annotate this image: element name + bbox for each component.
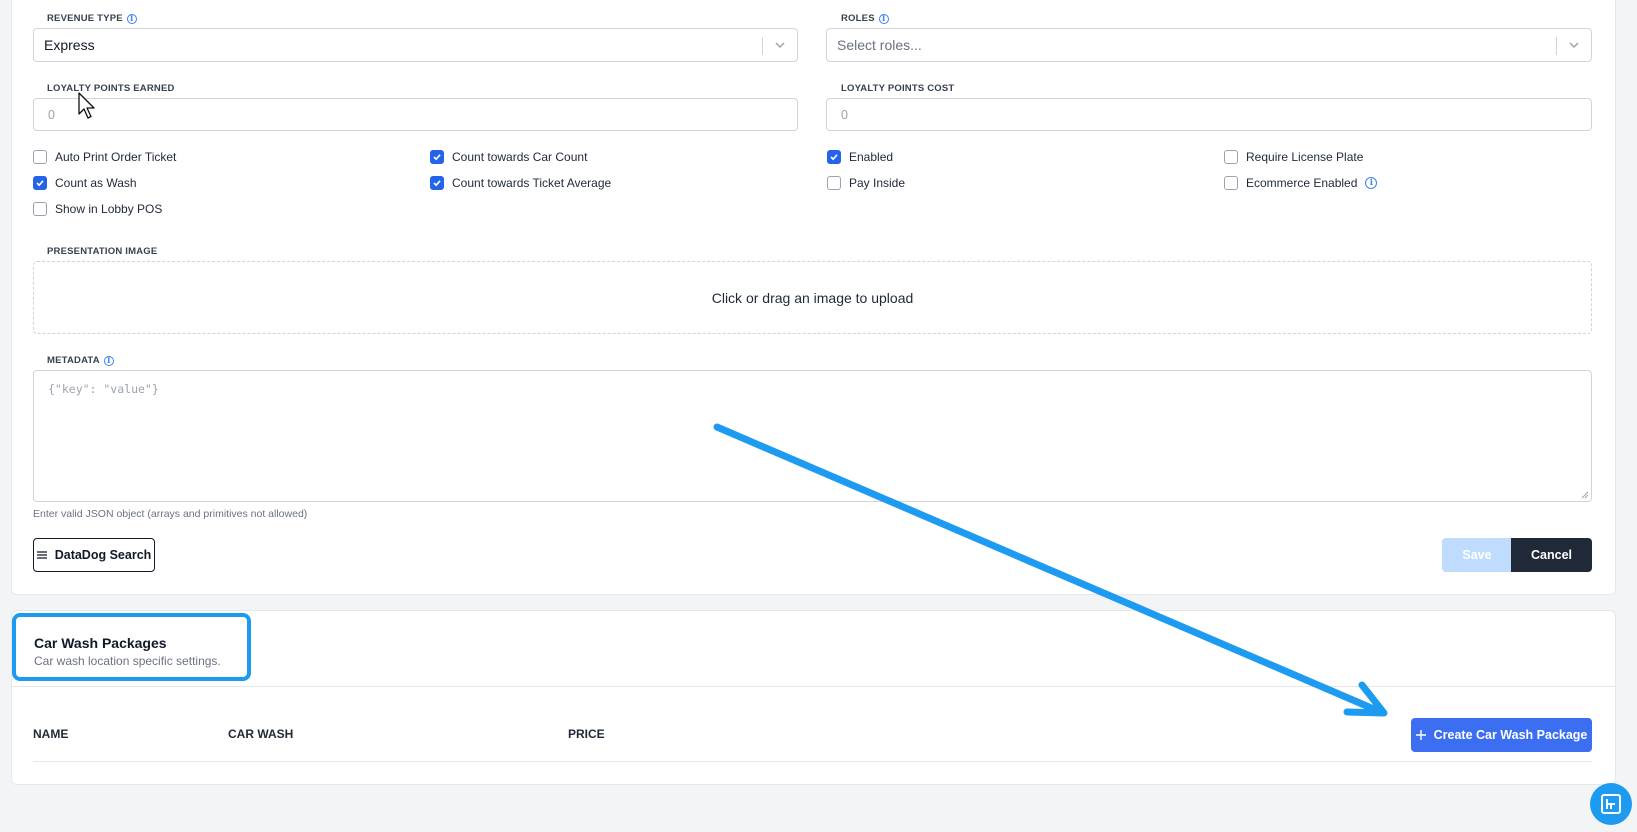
select-separator — [1556, 37, 1557, 55]
table-row-divider — [33, 761, 1592, 762]
loyalty-points-cost-label: LOYALTY POINTS COST — [841, 83, 955, 94]
floating-support-button[interactable] — [1590, 783, 1632, 825]
count-as-wash-checkbox[interactable]: Count as Wash — [33, 176, 137, 190]
loyalty-points-cost-input[interactable]: 0 — [826, 98, 1592, 131]
save-button[interactable]: Save — [1442, 538, 1512, 572]
info-icon[interactable]: i — [103, 355, 114, 366]
count-towards-ticket-average-checkbox[interactable]: Count towards Ticket Average — [430, 176, 611, 190]
column-header-price[interactable]: PRICE — [568, 727, 605, 741]
metadata-help-text: Enter valid JSON object (arrays and prim… — [33, 508, 308, 520]
revenue-type-select[interactable]: Express — [33, 28, 798, 62]
checkbox-box[interactable] — [33, 176, 47, 190]
checkbox-box[interactable] — [33, 202, 47, 216]
auto-print-order-ticket-checkbox[interactable]: Auto Print Order Ticket — [33, 150, 176, 164]
presentation-image-label: PRESENTATION IMAGE — [47, 246, 158, 257]
checkbox-box[interactable] — [1224, 176, 1238, 190]
count-towards-car-count-checkbox[interactable]: Count towards Car Count — [430, 150, 587, 164]
create-car-wash-package-button[interactable]: Create Car Wash Package — [1411, 718, 1592, 752]
plus-icon — [1415, 730, 1426, 740]
packages-section-header: Car Wash Packages Car wash location spec… — [12, 613, 251, 681]
info-icon[interactable]: i — [878, 13, 889, 24]
loyalty-points-earned-input[interactable]: 0 — [33, 98, 798, 131]
section-subtitle: Car wash location specific settings. — [34, 654, 221, 668]
chevron-down-icon[interactable] — [1567, 38, 1581, 52]
pay-inside-checkbox[interactable]: Pay Inside — [827, 176, 905, 190]
roles-label: ROLES i — [841, 13, 889, 24]
show-in-lobby-pos-checkbox[interactable]: Show in Lobby POS — [33, 202, 162, 216]
select-separator — [762, 37, 763, 55]
chevron-down-icon[interactable] — [773, 38, 787, 52]
checkbox-box[interactable] — [827, 176, 841, 190]
car-wash-packages-card — [11, 610, 1616, 785]
section-title: Car Wash Packages — [34, 635, 167, 651]
checkbox-box[interactable] — [430, 176, 444, 190]
loyalty-points-earned-label: LOYALTY POINTS EARNED — [47, 83, 175, 94]
list-icon — [36, 551, 47, 559]
info-icon[interactable]: i — [1365, 177, 1378, 189]
column-header-name[interactable]: NAME — [33, 727, 68, 741]
checkbox-box[interactable] — [430, 150, 444, 164]
column-header-car-wash[interactable]: CAR WASH — [228, 727, 293, 741]
checkbox-box[interactable] — [33, 150, 47, 164]
image-upload-dropzone[interactable]: Click or drag an image to upload — [33, 261, 1592, 334]
info-icon[interactable]: i — [126, 13, 137, 24]
enabled-checkbox[interactable]: Enabled — [827, 150, 893, 164]
datadog-search-button[interactable]: DataDog Search — [33, 538, 155, 572]
metadata-textarea[interactable]: {"key": "value"} — [33, 370, 1592, 502]
revenue-type-label: REVENUE TYPE i — [47, 13, 137, 24]
require-license-plate-checkbox[interactable]: Require License Plate — [1224, 150, 1363, 164]
checkbox-box[interactable] — [827, 150, 841, 164]
support-widget-icon — [1601, 794, 1621, 814]
metadata-label: METADATA i — [47, 355, 114, 366]
checkbox-box[interactable] — [1224, 150, 1238, 164]
resize-handle-icon[interactable] — [1581, 491, 1589, 499]
roles-select[interactable]: Select roles... — [826, 28, 1592, 62]
ecommerce-enabled-checkbox[interactable]: Ecommerce Enabled i — [1224, 176, 1378, 190]
cancel-button[interactable]: Cancel — [1511, 538, 1592, 572]
mouse-cursor-icon — [78, 92, 95, 119]
section-divider — [12, 686, 1615, 687]
